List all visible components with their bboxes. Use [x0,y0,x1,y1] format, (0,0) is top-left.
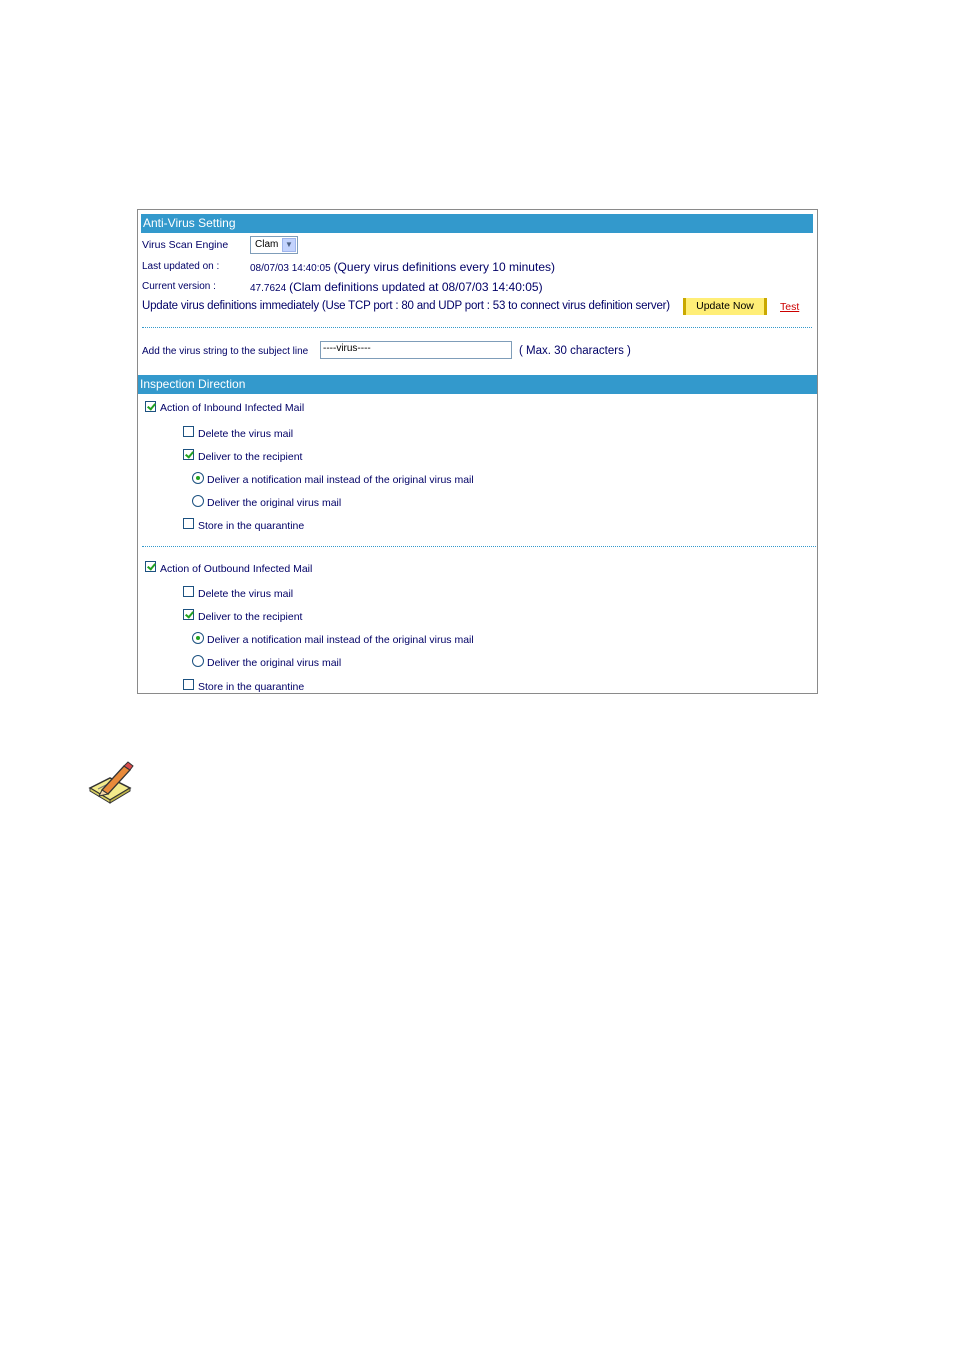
inbound-delete-checkbox[interactable] [183,426,194,437]
inbound-quarantine-checkbox[interactable] [183,518,194,529]
outbound-checkbox[interactable] [145,561,156,572]
outbound-original-radio[interactable] [192,655,204,667]
update-now-button[interactable]: Update Now [683,298,767,315]
inbound-delete-label: Delete the virus mail [198,428,294,440]
engine-value: Clam [255,239,279,250]
inbound-notify-radio[interactable] [192,472,204,484]
inbound-deliver-checkbox[interactable] [183,449,194,460]
inbound-original-label: Deliver the original virus mail [207,497,342,509]
last-updated-line: 08/07/03 14:40:05 (Query virus definitio… [250,260,555,274]
subject-input[interactable]: ----virus---- [320,341,512,359]
outbound-original-label: Deliver the original virus mail [207,657,342,669]
engine-label: Virus Scan Engine [142,239,229,251]
current-version-label: Current version : [142,281,216,292]
current-version-note: (Clam definitions updated at 08/07/03 14… [289,280,543,294]
outbound-delete-label: Delete the virus mail [198,588,294,600]
test-link[interactable]: Test [780,301,799,313]
update-text: Update virus definitions immediately (Us… [142,300,670,312]
anti-virus-header: Anti-Virus Setting [141,214,813,233]
subject-hint: ( Max. 30 characters ) [519,345,631,357]
inbound-deliver-label: Deliver to the recipient [198,451,303,463]
outbound-notify-label: Deliver a notification mail instead of t… [207,634,474,646]
inbound-label: Action of Inbound Infected Mail [160,402,305,414]
inbound-original-radio[interactable] [192,495,204,507]
outbound-notify-radio[interactable] [192,632,204,644]
anti-virus-panel: Anti-Virus Setting Virus Scan Engine Cla… [137,209,818,694]
last-updated-value: 08/07/03 14:40:05 [250,263,331,274]
outbound-label: Action of Outbound Infected Mail [160,563,313,575]
divider [142,327,812,328]
chevron-down-icon: ▼ [282,238,296,252]
engine-select[interactable]: Clam ▼ [250,236,298,254]
current-version-line: 47.7624 (Clam definitions updated at 08/… [250,280,543,294]
divider [142,546,816,547]
inbound-checkbox[interactable] [145,401,156,412]
subject-label: Add the virus string to the subject line [142,346,309,357]
outbound-deliver-checkbox[interactable] [183,609,194,620]
current-version-value: 47.7624 [250,283,287,294]
last-updated-note: (Query virus definitions every 10 minute… [333,260,555,274]
outbound-quarantine-label: Store in the quarantine [198,681,305,693]
outbound-delete-checkbox[interactable] [183,586,194,597]
inbound-notify-label: Deliver a notification mail instead of t… [207,474,474,486]
note-pencil-icon [88,761,134,804]
inbound-quarantine-label: Store in the quarantine [198,520,305,532]
last-updated-label: Last updated on : [142,261,220,272]
outbound-quarantine-checkbox[interactable] [183,679,194,690]
outbound-deliver-label: Deliver to the recipient [198,611,303,623]
inspection-header: Inspection Direction [138,375,817,394]
